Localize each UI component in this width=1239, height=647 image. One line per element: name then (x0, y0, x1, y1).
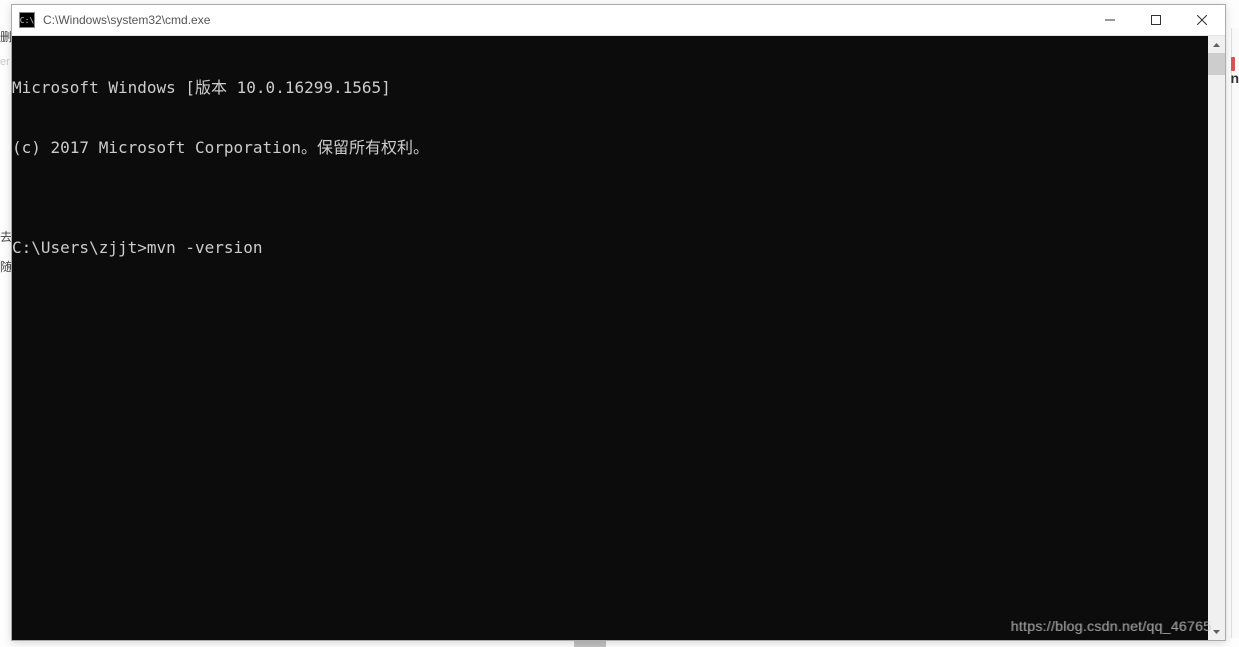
minimize-button[interactable] (1087, 5, 1133, 35)
window-title: C:\Windows\system32\cmd.exe (41, 13, 1087, 27)
cmd-window: C:\ C:\Windows\system32\cmd.exe Microsof… (11, 4, 1226, 641)
chevron-down-icon (1213, 630, 1220, 634)
terminal-line: (c) 2017 Microsoft Corporation。保留所有权利。 (12, 138, 1208, 158)
bg-bottom-handle (574, 641, 606, 647)
close-button[interactable] (1179, 5, 1225, 35)
maximize-button[interactable] (1133, 5, 1179, 35)
bg-right-panel (1231, 28, 1239, 638)
bg-text-fragment: n (1230, 70, 1239, 86)
bg-text-fragment: er (0, 56, 10, 68)
scroll-down-button[interactable] (1208, 623, 1225, 640)
terminal-line: Microsoft Windows [版本 10.0.16299.1565] (12, 78, 1208, 98)
close-icon (1197, 15, 1207, 25)
scroll-up-button[interactable] (1208, 36, 1225, 53)
maximize-icon (1151, 15, 1161, 25)
title-bar[interactable]: C:\ C:\Windows\system32\cmd.exe (12, 5, 1225, 36)
cmd-icon: C:\ (19, 12, 35, 28)
terminal-content[interactable]: Microsoft Windows [版本 10.0.16299.1565] (… (12, 36, 1208, 640)
window-controls (1087, 5, 1225, 35)
terminal-line: C:\Users\zjjt>mvn -version (12, 238, 1208, 258)
minimize-icon (1105, 15, 1115, 25)
scroll-track[interactable] (1208, 53, 1225, 623)
scroll-thumb[interactable] (1208, 53, 1225, 75)
bg-red-marker (1231, 57, 1235, 71)
vertical-scrollbar[interactable] (1208, 36, 1225, 640)
chevron-up-icon (1213, 43, 1220, 47)
terminal-area[interactable]: Microsoft Windows [版本 10.0.16299.1565] (… (12, 36, 1225, 640)
